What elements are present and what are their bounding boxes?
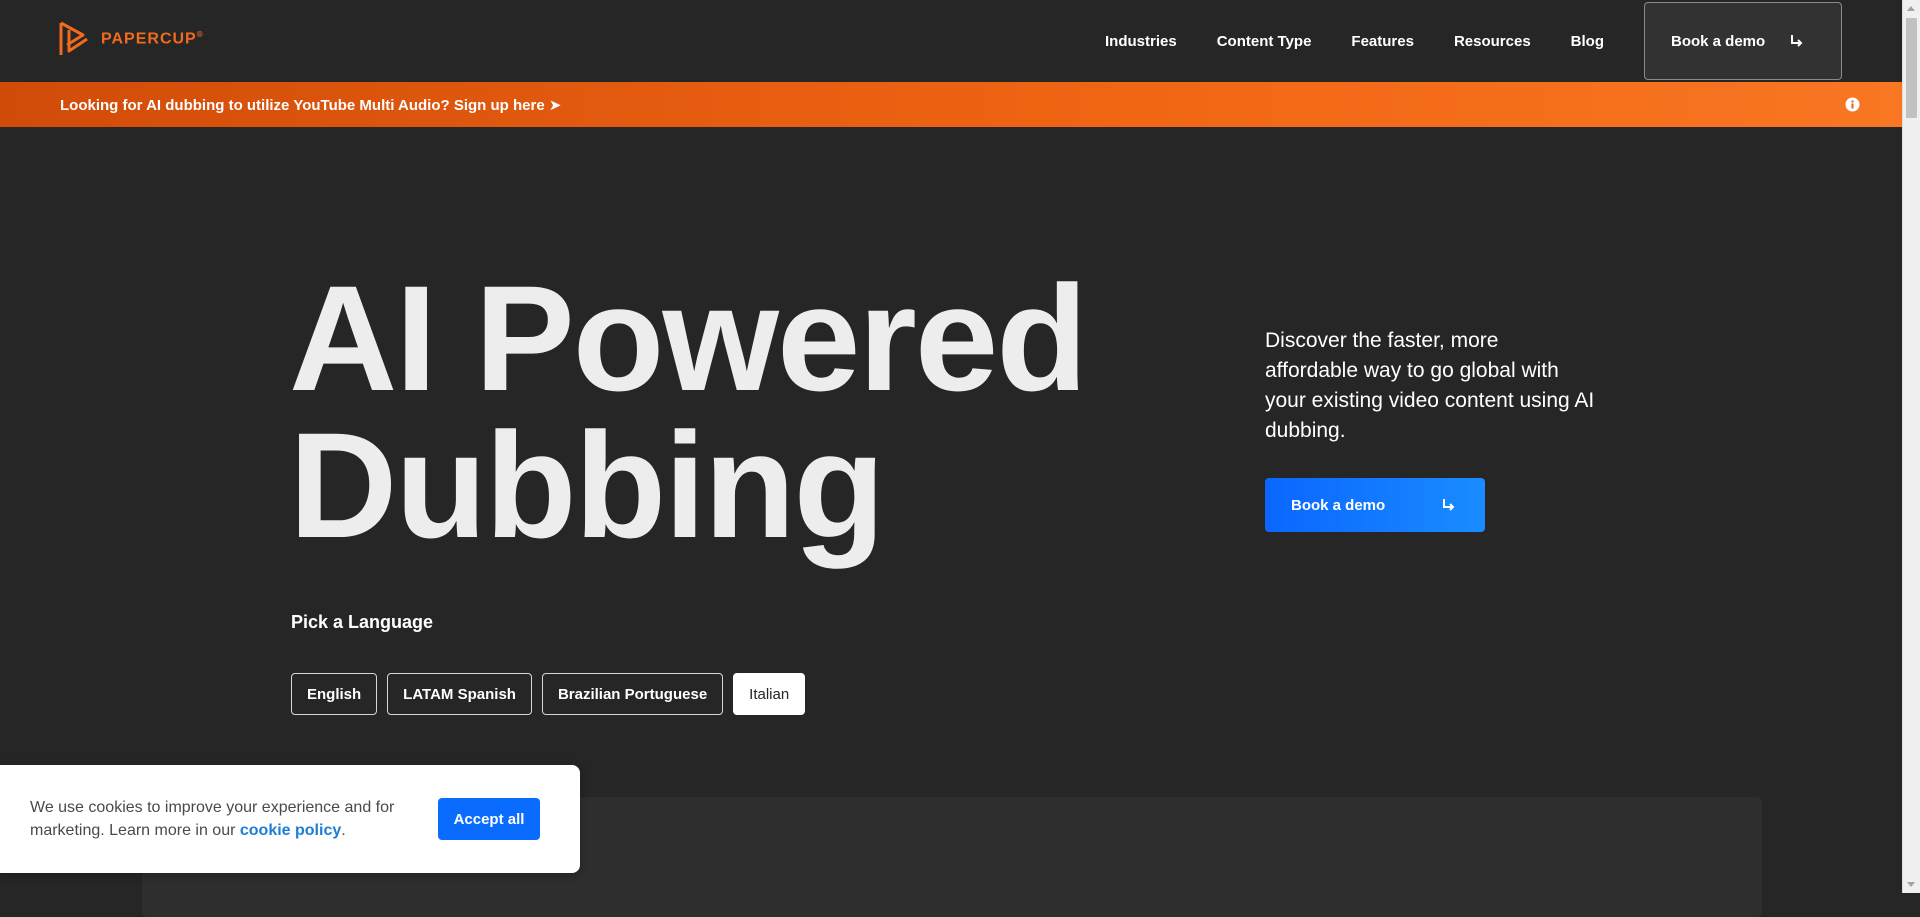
banner-link[interactable]: Looking for AI dubbing to utilize YouTub… bbox=[60, 96, 561, 114]
hero-book-demo-button[interactable]: Book a demo bbox=[1265, 478, 1485, 532]
page-scrollbar[interactable] bbox=[1902, 0, 1920, 893]
language-italian-button[interactable]: Italian bbox=[733, 673, 806, 715]
nav-content-type[interactable]: Content Type bbox=[1217, 33, 1312, 50]
hero-title-line-2: Dubbing bbox=[289, 401, 885, 569]
scroll-thumb[interactable] bbox=[1906, 18, 1917, 118]
header-book-demo-label: Book a demo bbox=[1671, 32, 1766, 50]
nav-blog[interactable]: Blog bbox=[1571, 33, 1604, 50]
cookie-message: We use cookies to improve your experienc… bbox=[30, 799, 395, 839]
language-selector: English LATAM Spanish Brazilian Portugue… bbox=[291, 673, 806, 715]
hero-title-line-1: AI Powered bbox=[289, 254, 1088, 422]
site-header: PAPERCUP® Industries Content Type Featur… bbox=[0, 0, 1902, 82]
pick-language-label: Pick a Language bbox=[291, 612, 434, 632]
scroll-up-arrow-icon[interactable] bbox=[1907, 6, 1915, 11]
scroll-down-arrow-icon[interactable] bbox=[1907, 882, 1915, 887]
main-nav: Industries Content Type Features Resourc… bbox=[1105, 0, 1902, 82]
arrow-down-right-icon bbox=[1443, 499, 1455, 511]
brand-name: PAPERCUP® bbox=[101, 29, 204, 48]
announcement-banner: Looking for AI dubbing to utilize YouTub… bbox=[0, 82, 1902, 127]
hero-title: AI Powered Dubbing bbox=[289, 254, 1088, 569]
language-brazilian-portuguese-button[interactable]: Brazilian Portuguese bbox=[541, 673, 724, 715]
cookie-policy-link[interactable]: cookie policy bbox=[240, 822, 341, 839]
papercup-logo-icon bbox=[59, 21, 88, 55]
header-book-demo-button[interactable]: Book a demo bbox=[1644, 2, 1842, 80]
info-icon[interactable] bbox=[1845, 97, 1860, 112]
hero-book-demo-label: Book a demo bbox=[1291, 496, 1386, 514]
nav-resources[interactable]: Resources bbox=[1454, 33, 1531, 50]
arrow-down-right-icon bbox=[1791, 35, 1803, 47]
language-english-button[interactable]: English bbox=[291, 673, 378, 715]
cookie-banner: We use cookies to improve your experienc… bbox=[0, 765, 580, 873]
accept-all-cookies-button[interactable]: Accept all bbox=[438, 798, 540, 840]
hero-description: Discover the faster, more affordable way… bbox=[1265, 329, 1595, 442]
nav-industries[interactable]: Industries bbox=[1105, 33, 1177, 50]
language-latam-spanish-button[interactable]: LATAM Spanish bbox=[387, 673, 532, 715]
nav-features[interactable]: Features bbox=[1351, 33, 1414, 50]
papercup-logo[interactable]: PAPERCUP® bbox=[59, 21, 204, 57]
